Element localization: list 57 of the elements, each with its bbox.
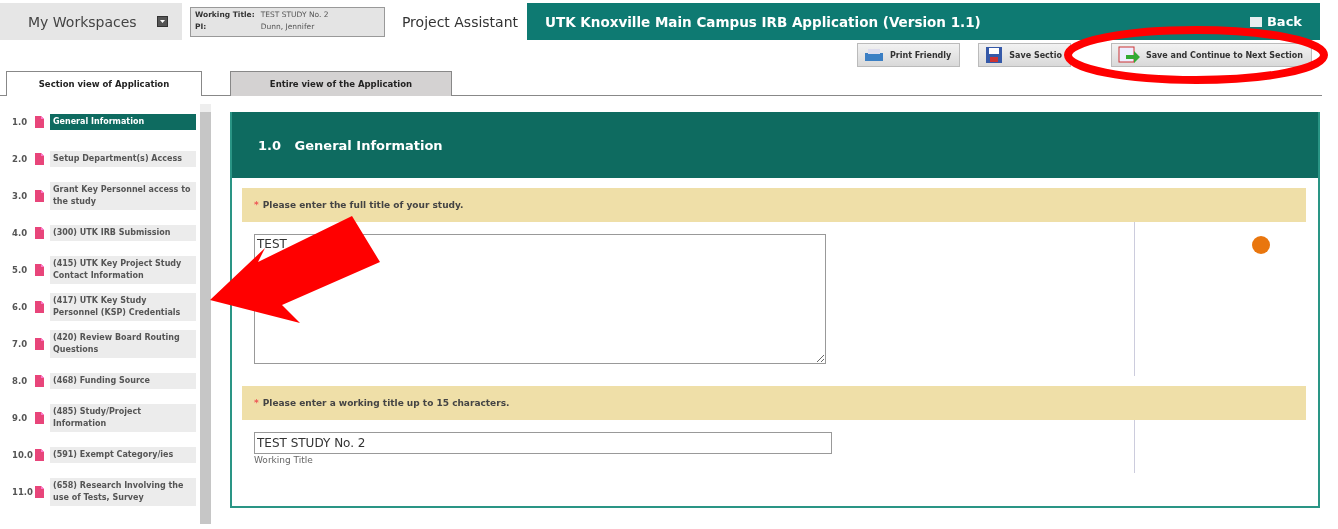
section-number: 8.0	[11, 376, 29, 386]
section-number: 9.0	[11, 413, 29, 423]
section-number: 7.0	[11, 339, 29, 349]
document-icon	[34, 375, 44, 387]
help-icon[interactable]	[1252, 236, 1270, 254]
required-mark: *	[254, 200, 259, 210]
workspaces-label[interactable]: My Workspaces	[28, 13, 137, 30]
question-prompt: Please enter a working title up to 15 characters.	[262, 398, 510, 408]
document-icon	[34, 227, 44, 239]
working-title-field[interactable]: TEST STUDY No. 2	[254, 432, 832, 454]
section-link[interactable]: (468) Funding Source	[50, 373, 196, 389]
question-prompt: Please enter the full title of your study.	[262, 200, 464, 210]
dropdown-icon[interactable]	[156, 16, 168, 27]
document-icon	[34, 486, 44, 498]
document-icon	[34, 116, 44, 128]
document-icon	[34, 301, 44, 313]
document-icon	[34, 264, 44, 276]
section-number: 5.0	[11, 265, 29, 275]
workspaces-menu[interactable]: My Workspaces	[0, 3, 182, 40]
toolbar-button[interactable]: Save Sectio	[978, 43, 1071, 67]
section-title: 1.0 General Information	[258, 137, 443, 153]
application-title: UTK Knoxville Main Campus IRB Application (Version 1.1)	[545, 13, 981, 30]
section-link[interactable]: Setup Department(s) Access	[50, 151, 196, 167]
section-link[interactable]: Grant Key Personnel access to the study	[50, 182, 196, 210]
back-link[interactable]: Back	[1248, 14, 1302, 29]
section-link[interactable]: (415) UTK Key Project Study Contact Information	[50, 256, 196, 284]
document-icon	[34, 190, 44, 202]
section-link[interactable]: (417) UTK Key Study Personnel (KSP) Credentials	[50, 293, 196, 321]
view-tab[interactable]: Entire view of the Application	[230, 71, 452, 96]
document-icon	[34, 449, 44, 461]
printer-icon	[864, 48, 884, 62]
project-assistant-label[interactable]: Project Assistant	[393, 3, 527, 40]
section-number: 1.0	[11, 117, 29, 127]
back-icon	[1248, 15, 1263, 28]
section-number: 2.0	[11, 154, 29, 164]
section-number: 6.0	[11, 302, 29, 312]
view-tab[interactable]: Section view of Application	[6, 71, 202, 96]
title-input-field[interactable]: TEST	[254, 234, 826, 364]
field-caption: Working Title	[254, 455, 314, 465]
toolbar-button[interactable]: Save and Continue to Next Section	[1110, 43, 1312, 67]
scrollbar[interactable]	[200, 104, 211, 524]
save-next-icon	[1117, 46, 1140, 64]
section-link[interactable]: (485) Study/Project Information	[50, 404, 196, 432]
section-link[interactable]: (300) UTK IRB Submission	[50, 225, 196, 241]
document-icon	[34, 412, 44, 424]
section-number: 10.0	[11, 450, 34, 460]
section-link[interactable]: (591) Exempt Category/ies	[50, 447, 196, 463]
section-link[interactable]: (420) Review Board Routing Questions	[50, 330, 196, 358]
required-mark: *	[254, 398, 259, 408]
section-link[interactable]: General Information	[50, 114, 196, 130]
section-number: 11.0	[11, 487, 34, 497]
document-icon	[34, 153, 44, 165]
section-link[interactable]: (658) Research Involving the use of Tests, Survey	[50, 478, 196, 506]
document-icon	[34, 338, 44, 350]
toolbar-button[interactable]: Print Friendly	[857, 43, 961, 67]
section-number: 3.0	[11, 191, 29, 201]
section-number: 4.0	[11, 228, 29, 238]
